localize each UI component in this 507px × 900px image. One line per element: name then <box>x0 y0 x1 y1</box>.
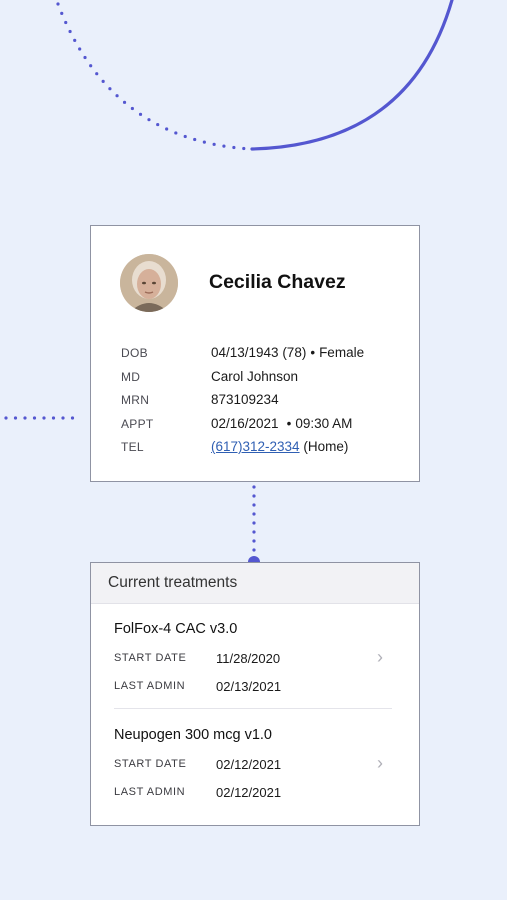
info-row-mrn: MRN 873109234 <box>121 392 411 413</box>
treatment-admin-row: LAST ADMIN 02/12/2021 <box>114 785 374 803</box>
info-value: (617)312-2334 (Home) <box>211 439 348 454</box>
treatment-admin-row: LAST ADMIN 02/13/2021 <box>114 679 374 697</box>
treatments-header: Current treatments <box>91 563 419 604</box>
start-date-value: 02/12/2021 <box>216 757 282 772</box>
phone-link[interactable]: (617)312-2334 <box>211 439 300 454</box>
md-value: Carol Johnson <box>211 369 299 384</box>
info-label: MD <box>121 370 141 384</box>
treatment-start-row: START DATE 11/28/2020 <box>114 651 374 669</box>
info-row-tel: TEL (617)312-2334 (Home) <box>121 439 411 460</box>
last-admin-label: LAST ADMIN <box>114 786 186 798</box>
patient-avatar <box>120 254 178 312</box>
info-row-dob: DOB 04/13/1943 (78) • Female <box>121 345 411 366</box>
divider <box>114 708 392 709</box>
info-label: APPT <box>121 417 154 431</box>
phone-type: (Home) <box>303 439 349 454</box>
appt-time: 09:30 AM <box>295 416 353 431</box>
separator-dot: • <box>310 345 316 360</box>
info-label: DOB <box>121 346 148 360</box>
start-date-label: START DATE <box>114 652 187 664</box>
start-date-value: 11/28/2020 <box>216 651 281 666</box>
start-date-label: START DATE <box>114 758 187 770</box>
treatment-item[interactable]: FolFox-4 CAC v3.0 START DATE 11/28/2020 … <box>91 621 419 713</box>
patient-name: Cecilia Chavez <box>209 271 346 293</box>
dotted-arc <box>56 2 252 151</box>
treatment-start-row: START DATE 02/12/2021 <box>114 757 374 775</box>
info-row-appt: APPT 02/16/2021 • 09:30 AM <box>121 416 411 437</box>
last-admin-label: LAST ADMIN <box>114 680 186 692</box>
treatment-name: Neupogen 300 mcg v1.0 <box>114 727 272 743</box>
patient-photo-icon <box>120 254 178 312</box>
treatments-title: Current treatments <box>108 574 238 591</box>
appt-date: 02/16/2021 <box>211 416 279 431</box>
dob-value: 04/13/1943 (78) <box>211 345 307 360</box>
treatments-card: Current treatments FolFox-4 CAC v3.0 STA… <box>90 562 420 826</box>
sex-value: Female <box>319 345 365 360</box>
info-label: MRN <box>121 393 150 407</box>
treatment-name: FolFox-4 CAC v3.0 <box>114 621 238 637</box>
info-value: 02/16/2021 • 09:30 AM <box>211 416 352 431</box>
last-admin-value: 02/13/2021 <box>216 679 282 694</box>
info-row-md: MD Carol Johnson <box>121 369 411 390</box>
last-admin-value: 02/12/2021 <box>216 785 282 800</box>
chevron-right-icon: › <box>377 647 383 667</box>
treatment-item[interactable]: Neupogen 300 mcg v1.0 START DATE 02/12/2… <box>91 727 419 819</box>
chevron-right-icon: › <box>377 753 383 773</box>
patient-card: Cecilia Chavez DOB 04/13/1943 (78) • Femal… <box>90 225 420 482</box>
separator-dot: • <box>286 416 292 431</box>
info-label: TEL <box>121 440 144 454</box>
solid-arc <box>250 0 454 151</box>
mrn-value: 873109234 <box>211 392 279 407</box>
info-value: 04/13/1943 (78) • Female <box>211 345 364 360</box>
